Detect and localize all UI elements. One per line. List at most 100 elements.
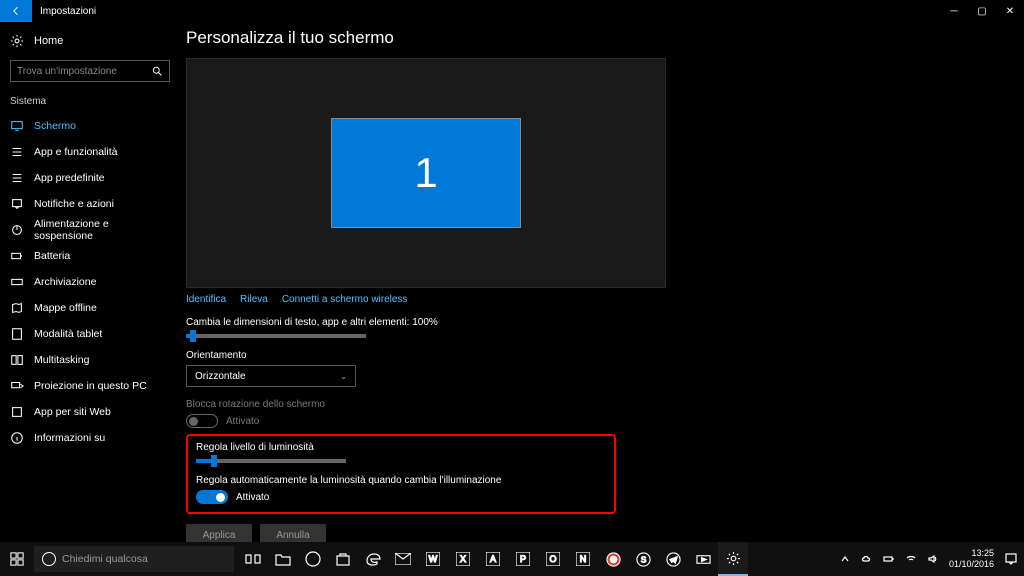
storage-icon bbox=[10, 275, 24, 289]
groove-icon[interactable] bbox=[298, 542, 328, 576]
maximize-button[interactable]: ▢ bbox=[968, 0, 996, 22]
nav-label: Alimentazione e sospensione bbox=[34, 218, 170, 242]
main-content: Personalizza il tuo schermo 1 Identifica… bbox=[180, 22, 1024, 542]
tray-volume-icon[interactable] bbox=[927, 553, 939, 565]
sidebar-item-proiezione[interactable]: Proiezione in questo PC bbox=[0, 373, 180, 399]
monitor-1[interactable]: 1 bbox=[331, 118, 521, 228]
nav-label: Batteria bbox=[34, 250, 70, 262]
powerpoint-icon[interactable]: P bbox=[508, 542, 538, 576]
svg-text:O: O bbox=[549, 554, 556, 564]
sidebar-item-multitasking[interactable]: Multitasking bbox=[0, 347, 180, 373]
auto-brightness-toggle[interactable] bbox=[196, 490, 228, 504]
search-placeholder: Trova un'impostazione bbox=[17, 66, 117, 77]
section-label: Sistema bbox=[0, 92, 180, 113]
excel-icon[interactable]: X bbox=[448, 542, 478, 576]
sidebar-item-alimentazione[interactable]: Alimentazione e sospensione bbox=[0, 217, 180, 243]
power-icon bbox=[10, 223, 24, 237]
nav-label: Schermo bbox=[34, 120, 76, 132]
access-icon[interactable]: A bbox=[478, 542, 508, 576]
search-icon bbox=[151, 65, 163, 77]
mail-icon[interactable] bbox=[388, 542, 418, 576]
settings-taskbar-icon[interactable] bbox=[718, 542, 748, 576]
brightness-label: Regola livello di luminosità bbox=[196, 442, 606, 453]
scale-label: Cambia le dimensioni di testo, app e alt… bbox=[186, 317, 1004, 328]
sidebar-item-mappe[interactable]: Mappe offline bbox=[0, 295, 180, 321]
date-text: 01/10/2016 bbox=[949, 559, 994, 570]
auto-brightness-state: Attivato bbox=[236, 492, 269, 503]
highlight-annotation: Regola livello di luminosità Regola auto… bbox=[186, 434, 616, 514]
close-button[interactable]: ✕ bbox=[996, 0, 1024, 22]
titlebar: Impostazioni ─ ▢ ✕ bbox=[0, 0, 1024, 22]
sidebar-item-app-predefinite[interactable]: App predefinite bbox=[0, 165, 180, 191]
tray-chevron-icon[interactable] bbox=[839, 553, 851, 565]
auto-brightness-label: Regola automaticamente la luminosità qua… bbox=[196, 475, 606, 486]
projection-icon bbox=[10, 379, 24, 393]
explorer-icon[interactable] bbox=[268, 542, 298, 576]
lock-rotation-toggle bbox=[186, 414, 218, 428]
sidebar-item-tablet[interactable]: Modalità tablet bbox=[0, 321, 180, 347]
outlook-icon[interactable]: O bbox=[538, 542, 568, 576]
battery-icon bbox=[10, 249, 24, 263]
detect-link[interactable]: Rileva bbox=[240, 294, 268, 305]
brightness-slider[interactable] bbox=[196, 459, 346, 463]
window-title: Impostazioni bbox=[32, 6, 96, 17]
svg-text:W: W bbox=[429, 554, 438, 564]
chrome-icon[interactable] bbox=[598, 542, 628, 576]
orientation-select[interactable]: Orizzontale ⌄ bbox=[186, 365, 356, 387]
nav-label: App predefinite bbox=[34, 172, 105, 184]
apply-button[interactable]: Applica bbox=[186, 524, 252, 542]
cancel-button[interactable]: Annulla bbox=[260, 524, 326, 542]
orientation-label: Orientamento bbox=[186, 350, 1004, 361]
cortana-icon bbox=[42, 552, 56, 566]
scale-slider[interactable] bbox=[186, 334, 366, 338]
minimize-button[interactable]: ─ bbox=[940, 0, 968, 22]
edge-icon[interactable] bbox=[358, 542, 388, 576]
sidebar-item-app-funzionalita[interactable]: App e funzionalità bbox=[0, 139, 180, 165]
cortana-placeholder: Chiedimi qualcosa bbox=[62, 553, 148, 565]
svg-text:X: X bbox=[460, 554, 466, 564]
search-input[interactable]: Trova un'impostazione bbox=[10, 60, 170, 82]
display-preview: 1 bbox=[186, 58, 666, 288]
identify-link[interactable]: Identifica bbox=[186, 294, 226, 305]
web-apps-icon bbox=[10, 405, 24, 419]
clock[interactable]: 13:25 01/10/2016 bbox=[949, 548, 994, 570]
tray-onedrive-icon[interactable] bbox=[861, 553, 873, 565]
action-center-icon[interactable] bbox=[1004, 552, 1018, 566]
svg-text:P: P bbox=[520, 554, 526, 564]
sidebar-item-app-web[interactable]: App per siti Web bbox=[0, 399, 180, 425]
nav-label: Modalità tablet bbox=[34, 328, 102, 340]
telegram-icon[interactable] bbox=[658, 542, 688, 576]
taskbar: Chiedimi qualcosa W X A P O N S 13:25 01… bbox=[0, 542, 1024, 576]
home-nav[interactable]: Home bbox=[0, 28, 180, 54]
time-text: 13:25 bbox=[949, 548, 994, 559]
sidebar-item-schermo[interactable]: Schermo bbox=[0, 113, 180, 139]
word-icon[interactable]: W bbox=[418, 542, 448, 576]
task-view-icon[interactable] bbox=[238, 542, 268, 576]
tray-battery-icon[interactable] bbox=[883, 553, 895, 565]
info-icon bbox=[10, 431, 24, 445]
lock-rotation-label: Blocca rotazione dello schermo bbox=[186, 399, 1004, 410]
video-icon[interactable] bbox=[688, 542, 718, 576]
sidebar-item-notifiche[interactable]: Notifiche e azioni bbox=[0, 191, 180, 217]
tray-wifi-icon[interactable] bbox=[905, 553, 917, 565]
cortana-search[interactable]: Chiedimi qualcosa bbox=[34, 546, 234, 572]
nav-label: Proiezione in questo PC bbox=[34, 380, 147, 392]
wireless-link[interactable]: Connetti a schermo wireless bbox=[282, 294, 408, 305]
sidebar-item-archiviazione[interactable]: Archiviazione bbox=[0, 269, 180, 295]
store-icon[interactable] bbox=[328, 542, 358, 576]
back-button[interactable] bbox=[0, 0, 32, 22]
page-title: Personalizza il tuo schermo bbox=[186, 28, 1004, 48]
start-button[interactable] bbox=[0, 542, 34, 576]
onenote-icon[interactable]: N bbox=[568, 542, 598, 576]
sidebar-item-batteria[interactable]: Batteria bbox=[0, 243, 180, 269]
sidebar: Home Trova un'impostazione Sistema Scher… bbox=[0, 22, 180, 542]
nav-label: Archiviazione bbox=[34, 276, 96, 288]
lock-rotation-state: Attivato bbox=[226, 416, 259, 427]
nav-label: Multitasking bbox=[34, 354, 89, 366]
sidebar-item-info[interactable]: Informazioni su bbox=[0, 425, 180, 451]
skype-icon[interactable]: S bbox=[628, 542, 658, 576]
nav-label: Informazioni su bbox=[34, 432, 105, 444]
nav-label: Mappe offline bbox=[34, 302, 97, 314]
nav-label: App per siti Web bbox=[34, 406, 111, 418]
nav-label: Notifiche e azioni bbox=[34, 198, 114, 210]
